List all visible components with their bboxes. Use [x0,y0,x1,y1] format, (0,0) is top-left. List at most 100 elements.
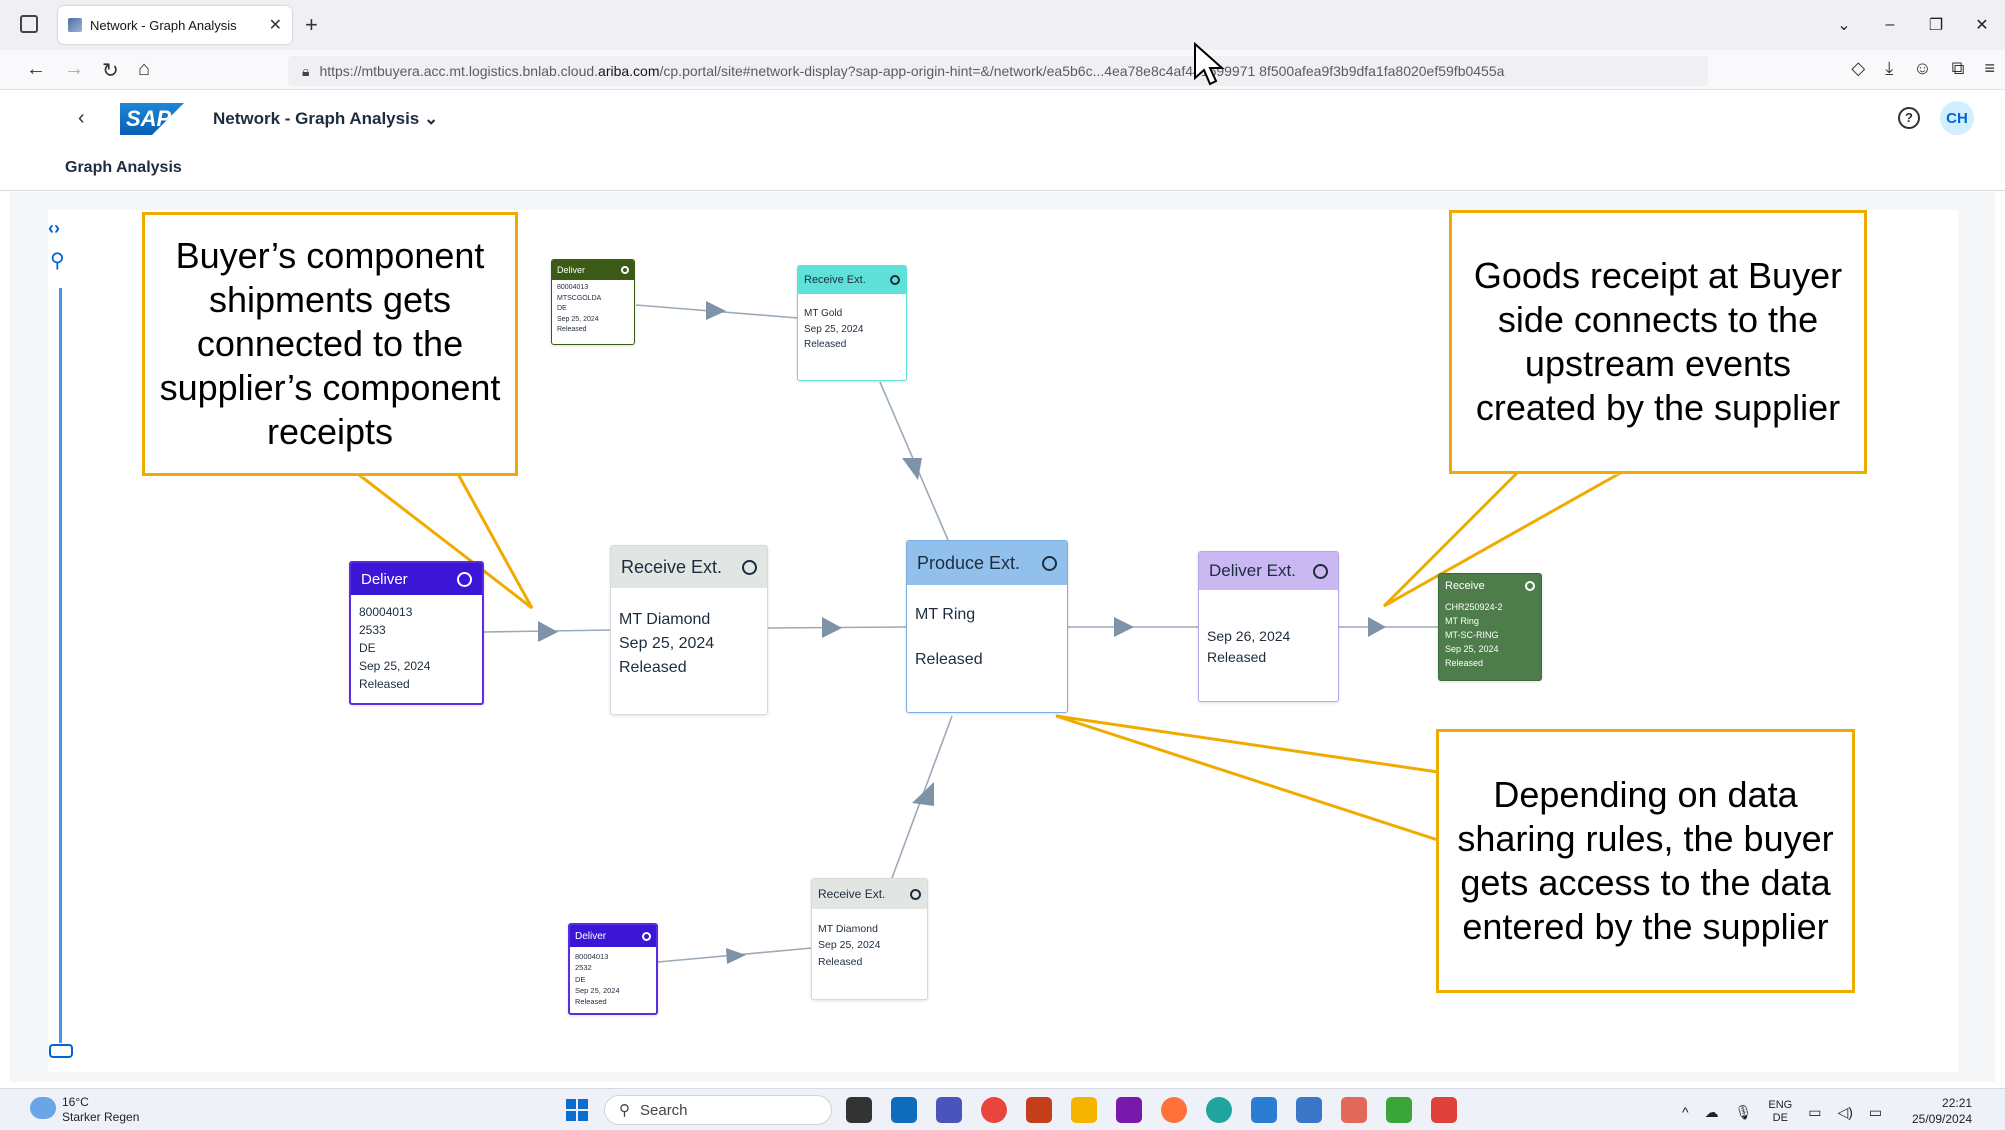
language-indicator[interactable]: ENG DE [1768,1099,1792,1125]
task-view-icon[interactable] [846,1097,872,1123]
date: 25/09/2024 [1912,1112,1973,1127]
node-line: DE [557,305,567,312]
node-title: Deliver [361,570,408,588]
node-type-icon [742,559,757,575]
extensions-icon[interactable]: ⧉ [1952,58,1965,79]
node-title: Deliver [557,265,586,275]
search-icon: ⚲ [619,1102,630,1119]
avatar[interactable]: CH [1940,101,1974,135]
node-deliver-small[interactable]: Deliver 80004013 2532 DE Sep 25, 2024 Re… [568,923,658,1015]
node-receive-final[interactable]: Receive CHR250924-2 MT Ring MT-SC-RING S… [1438,573,1542,681]
new-tab-button[interactable]: + [305,12,318,38]
code-view-icon[interactable]: ‹› [48,218,60,239]
downloads-icon[interactable]: ⤓ [1885,58,1893,79]
microphone-icon[interactable]: 🎙︎ [1735,1104,1753,1121]
node-line: CHR250924-2 [1445,602,1503,612]
powerpoint-icon[interactable] [1026,1097,1052,1123]
sap-shell-bar: ‹ SAP Network - Graph Analysis ⌄ ? CH [0,91,2005,147]
node-receive-diamond[interactable]: Receive Ext. MT Diamond Sep 25, 2024 Rel… [610,545,768,715]
zoom-slider-track[interactable] [59,288,62,1043]
search-icon[interactable]: ⚲ [50,248,65,273]
app-green-icon[interactable] [1386,1097,1412,1123]
app-icon[interactable] [1251,1097,1277,1123]
node-type-icon [890,275,900,285]
tab-overview-icon[interactable] [20,15,38,33]
node-line: Released [818,955,863,968]
node-line: DE [359,641,376,655]
node-deliver-main[interactable]: Deliver 80004013 2533 DE Sep 25, 2024 Re… [349,561,484,705]
node-line: 80004013 [359,605,413,619]
back-arrow-icon[interactable]: ← [26,58,46,81]
lang-top: ENG [1768,1099,1793,1111]
node-receive-gold[interactable]: Receive Ext. MT Gold Sep 25, 2024 Releas… [797,265,907,381]
menu-icon[interactable]: ≡ [1984,58,1995,79]
url-domain: ariba.com [598,63,660,79]
node-line: Released [915,651,983,669]
reload-icon[interactable]: ↻ [102,58,119,83]
page-header: Graph Analysis [0,147,2005,191]
file-explorer-icon[interactable] [1071,1097,1097,1123]
battery-icon[interactable]: ▭ [1869,1104,1882,1121]
window-controls: ⌄ – ❐ ✕ [1821,0,2005,50]
url-bar[interactable]: 🔒︎ https://mtbuyera.acc.mt.logistics.bnl… [288,56,1708,86]
node-deliver-gold[interactable]: Deliver 80004013 MTSCGOLDA DE Sep 25, 20… [551,259,635,345]
node-type-icon [1525,581,1535,591]
help-icon[interactable]: ? [1898,107,1920,129]
weather-text: Starker Regen [62,1110,140,1124]
chrome-icon[interactable] [981,1097,1007,1123]
node-line: MTSCGOLDA [557,294,602,302]
chevron-up-icon[interactable]: ^ [1682,1104,1689,1120]
clock[interactable]: 22:21 25/09/2024 [1912,1095,1972,1127]
node-title: Receive [1445,580,1485,592]
node-line: MT Diamond [619,611,711,628]
app-title: Network - Graph Analysis [213,109,420,128]
forward-arrow-icon[interactable]: → [64,58,84,81]
browser-tab[interactable]: Network - Graph Analysis ✕ [58,6,292,44]
node-line: 2533 [359,623,386,637]
list-tabs-icon[interactable]: ⌄ [1821,0,1867,50]
teams-icon[interactable] [936,1097,962,1123]
node-line: Sep 25, 2024 [804,323,864,335]
page-title: Graph Analysis [65,159,182,176]
volume-icon[interactable]: ◁) [1837,1104,1852,1121]
browser-tab-bar: Network - Graph Analysis ✕ + ⌄ – ❐ ✕ [0,0,2005,50]
node-line: Sep 25, 2024 [575,985,620,995]
node-line: Released [359,677,410,691]
home-icon[interactable]: ⌂ [138,58,150,81]
browser-nav-bar: ← → ↻ ⌂ 🔒︎ https://mtbuyera.acc.mt.logis… [0,50,2005,90]
weather-icon [30,1097,56,1119]
notepad-icon[interactable] [1296,1097,1322,1123]
lock-icon[interactable]: 🔒︎ [302,63,309,80]
edge-icon[interactable] [1206,1097,1232,1123]
close-tab-icon[interactable]: ✕ [269,15,282,35]
node-line: MT Diamond [818,923,878,935]
snipping-icon[interactable] [1341,1097,1367,1123]
onenote-icon[interactable] [1116,1097,1142,1123]
pocket-icon[interactable]: ◇ [1851,58,1865,79]
chevron-down-icon: ⌄ [424,109,439,128]
node-title: Receive Ext. [818,887,886,901]
node-line: 80004013 [575,952,609,961]
tab-title: Network - Graph Analysis [90,17,237,33]
back-chevron-icon[interactable]: ‹ [78,107,85,130]
minimize-icon[interactable]: – [1867,0,1913,50]
firefox-icon[interactable] [1161,1097,1187,1123]
weather-widget[interactable]: 16°C Starker Regen [30,1095,139,1125]
node-produce[interactable]: Produce Ext. MT Ring Released [906,540,1068,713]
node-deliver-ext[interactable]: Deliver Ext. Sep 26, 2024 Released [1198,551,1339,702]
node-receive-diamond-2[interactable]: Receive Ext. MT Diamond Sep 25, 2024 Rel… [811,878,928,1000]
node-title: Receive Ext. [804,274,866,286]
onedrive-icon[interactable]: ☁ [1705,1104,1719,1121]
sap-logo[interactable]: SAP [120,103,184,135]
start-button[interactable] [566,1099,588,1121]
app-title-menu[interactable]: Network - Graph Analysis ⌄ [213,109,438,129]
account-icon[interactable]: ☺ [1913,58,1931,79]
close-window-icon[interactable]: ✕ [1959,0,2005,50]
app-red-icon[interactable] [1431,1097,1457,1123]
outlook-icon[interactable] [891,1097,917,1123]
taskbar-search[interactable]: ⚲ Search [604,1095,832,1125]
node-line: MT Ring [1445,615,1479,626]
restore-icon[interactable]: ❐ [1913,0,1959,50]
network-icon[interactable]: ▭ [1808,1104,1821,1121]
zoom-slider-handle[interactable] [49,1044,73,1058]
